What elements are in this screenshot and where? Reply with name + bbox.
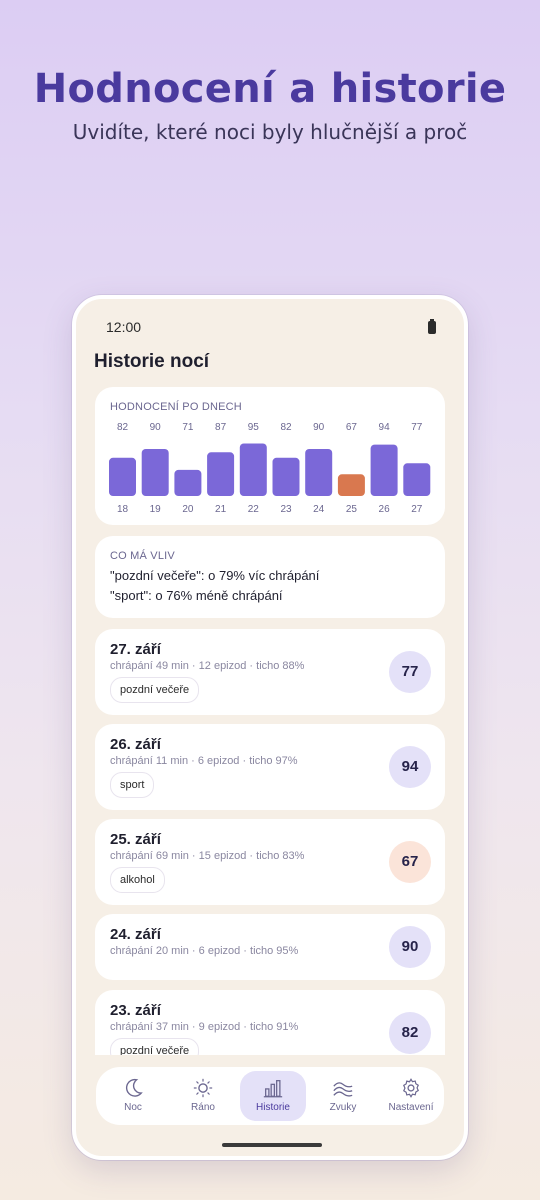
chart-bar <box>403 463 431 496</box>
chart-bar <box>207 452 235 496</box>
history-scroll[interactable]: HODNOCENÍ PO DNECH 82 18 90 19 71 20 87 21 95 22 8… <box>76 383 464 1055</box>
chart-bar <box>272 457 300 496</box>
chart-bar <box>305 449 333 496</box>
chart-bar <box>109 457 136 496</box>
nav-label: Zvuky <box>329 1102 357 1113</box>
score-chart-card: HODNOCENÍ PO DNECH 82 18 90 19 71 20 87 21 95 22 8… <box>95 387 445 525</box>
bottom-nav: Noc Ráno Historie Zvuky Nastavení <box>96 1067 444 1125</box>
nav-item-zvuky[interactable]: Zvuky <box>310 1071 376 1121</box>
night-date: 27. září <box>110 641 161 658</box>
chart-value-label: 67 <box>346 422 358 433</box>
moon-icon <box>125 1078 143 1097</box>
chart-category-label: 23 <box>280 504 292 515</box>
night-date: 24. září <box>110 926 161 943</box>
night-score-badge: 82 <box>389 1012 431 1054</box>
night-stats: chrápání 20 min · 6 epizod · ticho 95% <box>110 945 299 957</box>
chart-value-label: 82 <box>280 422 292 433</box>
screen-title: Historie nocí <box>94 351 210 372</box>
nav-label: Nastavení <box>388 1102 434 1113</box>
hero-subtitle: Uvidíte, které noci byly hlučnější a pro… <box>72 120 468 144</box>
nav-item-historie[interactable]: Historie <box>240 1071 306 1121</box>
score-bar-chart: 82 18 90 19 71 20 87 21 95 22 82 23 90 24 67 25 94 26 77 27 <box>109 422 431 515</box>
night-tag[interactable]: pozdní večeře <box>110 677 200 703</box>
chart-title: HODNOCENÍ PO DNECH <box>110 401 242 413</box>
status-time: 12:00 <box>106 319 142 335</box>
night-card[interactable]: 23. září chrápání 37 min · 9 epizod · ti… <box>95 990 445 1055</box>
night-score-badge: 77 <box>389 651 431 693</box>
chart-category-label: 19 <box>150 504 162 515</box>
sun-icon <box>193 1078 213 1098</box>
chart-category-label: 25 <box>346 504 358 515</box>
night-score-badge: 67 <box>389 841 431 883</box>
night-date: 25. září <box>110 831 161 848</box>
nav-item-noc[interactable]: Noc <box>100 1071 166 1121</box>
influence-line: "pozdní večeře": o 79% víc chrápání <box>110 568 320 583</box>
chart-category-label: 21 <box>215 504 227 515</box>
phone-frame: 12:00 Historie nocí HODNOCENÍ PO DNECH 8… <box>72 295 468 1160</box>
chart-value-label: 71 <box>182 422 194 433</box>
night-stats: chrápání 11 min · 6 epizod · ticho 97% <box>110 755 298 767</box>
night-card[interactable]: 27. září chrápání 49 min · 12 epizod · t… <box>95 629 445 715</box>
night-tag[interactable]: sport <box>110 772 155 798</box>
chart-category-label: 20 <box>182 504 194 515</box>
bar-chart-icon <box>263 1080 283 1098</box>
chart-value-label: 94 <box>379 422 391 433</box>
home-indicator <box>222 1143 322 1147</box>
night-tag[interactable]: pozdní večeře <box>110 1038 200 1055</box>
night-date: 23. září <box>110 1002 161 1019</box>
night-score-badge: 94 <box>389 746 431 788</box>
night-tag[interactable]: alkohol <box>110 867 165 893</box>
influence-label: CO MÁ VLIV <box>110 550 175 562</box>
nav-label: Ráno <box>191 1102 215 1113</box>
chart-value-label: 90 <box>150 422 162 433</box>
chart-category-label: 26 <box>379 504 391 515</box>
chart-bar <box>174 469 202 496</box>
battery-icon <box>428 319 436 334</box>
influence-line: "sport": o 76% méně chrápání <box>110 588 283 603</box>
chart-category-label: 27 <box>411 504 423 515</box>
night-card[interactable]: 24. září chrápání 20 min · 6 epizod · ti… <box>95 914 445 980</box>
night-stats: chrápání 37 min · 9 epizod · ticho 91% <box>110 1021 299 1033</box>
hero-title: Hodnocení a historie <box>33 66 507 112</box>
night-score-badge: 90 <box>389 926 431 968</box>
waves-icon <box>333 1082 353 1097</box>
chart-value-label: 95 <box>248 422 260 433</box>
night-card[interactable]: 25. září chrápání 69 min · 15 epizod · t… <box>95 819 445 905</box>
chart-bar <box>370 444 398 496</box>
nav-item-rano[interactable]: Ráno <box>170 1071 236 1121</box>
chart-value-label: 87 <box>215 422 227 433</box>
night-card[interactable]: 26. září chrápání 11 min · 6 epizod · ti… <box>95 724 445 810</box>
chart-value-label: 90 <box>313 422 325 433</box>
night-stats: chrápání 49 min · 12 epizod · ticho 88% <box>110 660 305 672</box>
chart-bar <box>337 474 365 496</box>
gear-icon <box>403 1078 419 1098</box>
nav-item-nastaveni[interactable]: Nastavení <box>378 1071 444 1121</box>
chart-value-label: 82 <box>117 422 129 433</box>
night-stats: chrápání 69 min · 15 epizod · ticho 83% <box>110 850 305 862</box>
nav-label: Historie <box>256 1102 290 1113</box>
chart-category-label: 18 <box>117 504 129 515</box>
chart-category-label: 22 <box>248 504 260 515</box>
chart-value-label: 77 <box>411 422 423 433</box>
chart-category-label: 24 <box>313 504 325 515</box>
chart-bar <box>239 443 267 496</box>
influence-card: CO MÁ VLIV "pozdní večeře": o 79% víc ch… <box>95 536 445 618</box>
nav-label: Noc <box>124 1102 142 1113</box>
night-date: 26. září <box>110 736 161 753</box>
chart-bar <box>141 449 169 496</box>
